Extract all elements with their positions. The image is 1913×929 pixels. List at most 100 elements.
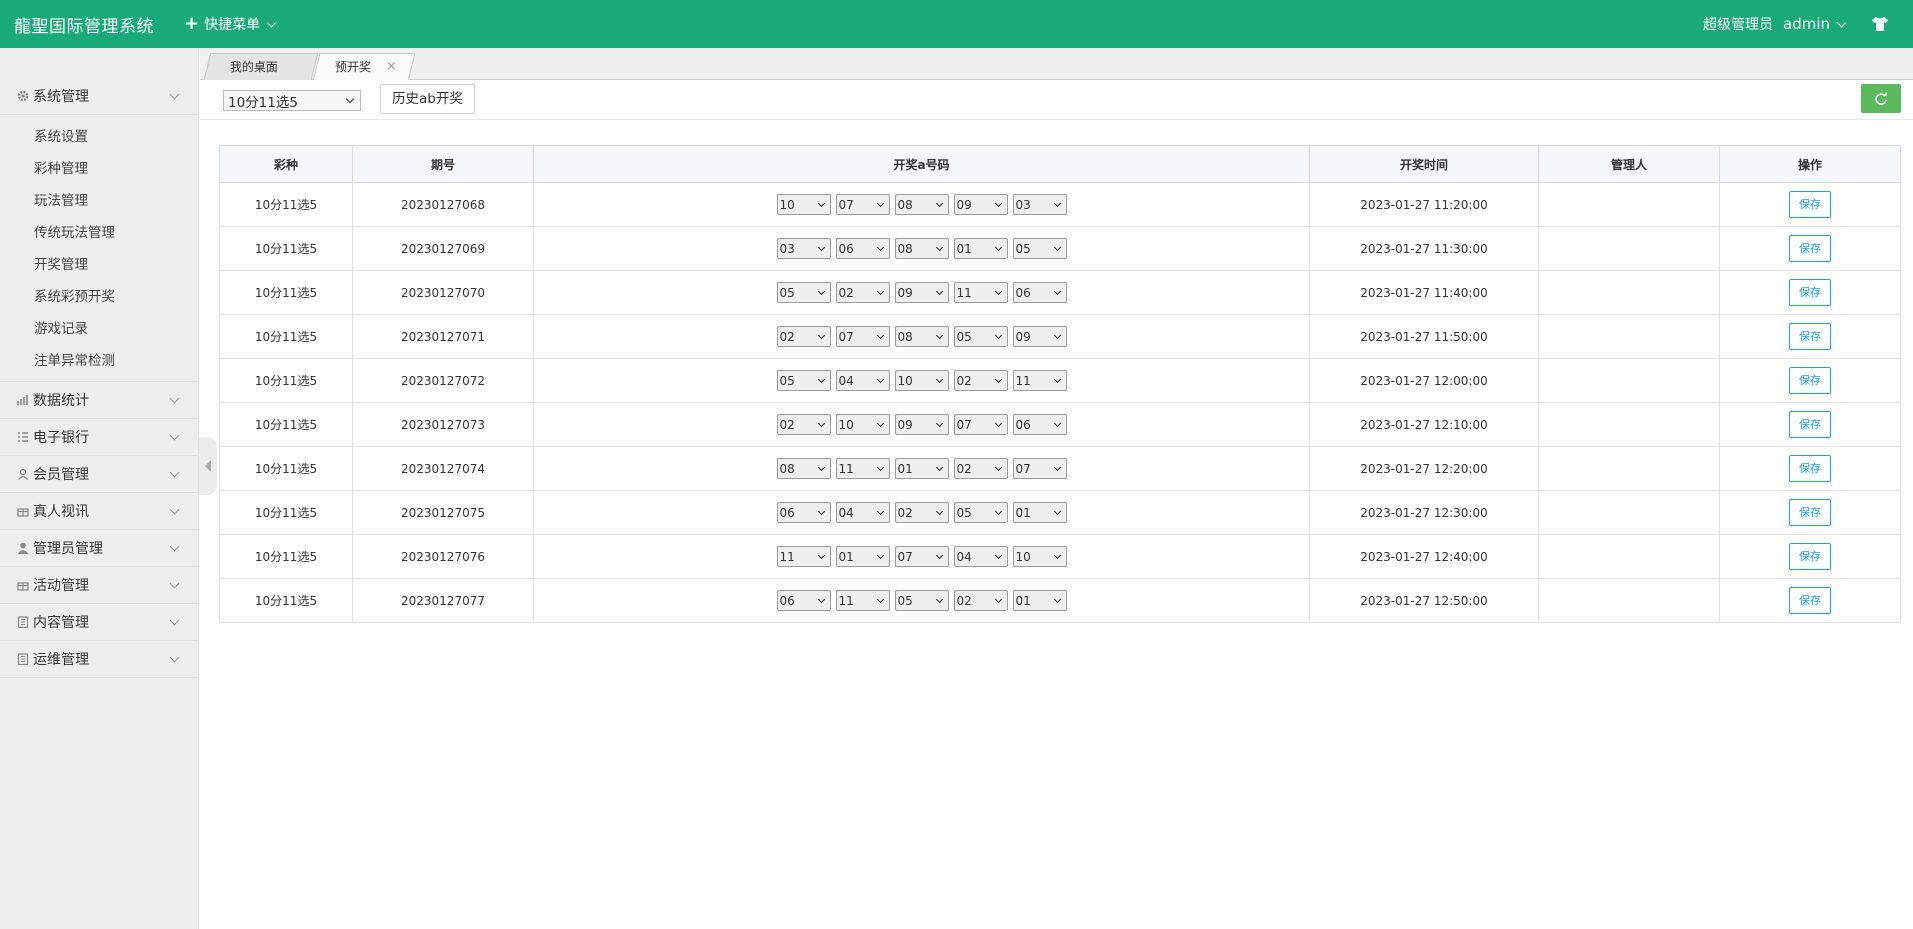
number-select[interactable]: 03 (776, 238, 831, 259)
number-select[interactable]: 10 (1012, 546, 1067, 567)
sidebar-group-2[interactable]: 电子银行 (0, 419, 198, 456)
gift-icon (16, 579, 29, 592)
number-select[interactable]: 08 (894, 238, 949, 259)
sidebar-item[interactable]: 开奖管理 (0, 249, 198, 281)
sidebar-item[interactable]: 玩法管理 (0, 185, 198, 217)
chevron-down-icon (935, 551, 943, 559)
number-select[interactable]: 07 (1012, 458, 1067, 479)
number-select[interactable]: 05 (776, 282, 831, 303)
number-select[interactable]: 01 (894, 458, 949, 479)
number-select[interactable]: 01 (1012, 502, 1067, 523)
save-button[interactable]: 保存 (1789, 367, 1831, 394)
sidebar-collapse-handle[interactable] (199, 437, 217, 495)
number-select[interactable]: 09 (1012, 326, 1067, 347)
sidebar-item[interactable]: 系统设置 (0, 121, 198, 153)
number-select[interactable]: 02 (835, 282, 890, 303)
cell-lottery: 10分11选5 (219, 490, 353, 535)
sidebar-group-0[interactable]: 系统管理 (0, 78, 198, 115)
number-select[interactable]: 11 (776, 546, 831, 567)
history-ab-draw-button[interactable]: 历史ab开奖 (380, 84, 475, 114)
number-select[interactable]: 02 (776, 326, 831, 347)
sidebar-group-7[interactable]: 内容管理 (0, 604, 198, 641)
sidebar-item[interactable]: 游戏记录 (0, 313, 198, 345)
number-select[interactable]: 10 (835, 414, 890, 435)
tab-pre-draw[interactable]: 预开奖 × (312, 53, 416, 81)
refresh-button[interactable] (1861, 84, 1901, 113)
save-button[interactable]: 保存 (1789, 499, 1831, 526)
sidebar-item[interactable]: 系统彩预开奖 (0, 281, 198, 313)
cell-issue: 20230127071 (352, 314, 534, 359)
chevron-down-icon (1053, 463, 1061, 471)
number-select[interactable]: 10 (894, 370, 949, 391)
tab-my-desktop[interactable]: 我的桌面 (203, 53, 319, 80)
sidebar-group-1[interactable]: 数据统计 (0, 382, 198, 419)
number-select[interactable]: 04 (835, 370, 890, 391)
save-button[interactable]: 保存 (1789, 279, 1831, 306)
quick-menu-label: 快捷菜单 (204, 17, 261, 33)
number-select[interactable]: 07 (894, 546, 949, 567)
sidebar-group-8[interactable]: 运维管理 (0, 641, 198, 678)
cell-manager (1538, 534, 1720, 579)
user-menu[interactable]: admin (1783, 15, 1847, 33)
sidebar-group-5[interactable]: 管理员管理 (0, 530, 198, 567)
number-select[interactable]: 11 (835, 458, 890, 479)
number-select[interactable]: 02 (953, 590, 1008, 611)
sidebar-item[interactable]: 注单异常检测 (0, 345, 198, 377)
sidebar-group-4[interactable]: 真人视讯 (0, 493, 198, 530)
number-select[interactable]: 11 (953, 282, 1008, 303)
number-select[interactable]: 02 (894, 502, 949, 523)
number-select[interactable]: 07 (835, 326, 890, 347)
save-button[interactable]: 保存 (1789, 411, 1831, 438)
save-button[interactable]: 保存 (1789, 587, 1831, 614)
number-select[interactable]: 06 (776, 590, 831, 611)
number-select[interactable]: 06 (1012, 282, 1067, 303)
table-row: 10分11选5 20230127070 05 02 09 11 06 2023-01-27 1… (219, 270, 1901, 315)
cell-issue: 20230127075 (352, 490, 534, 535)
number-select[interactable]: 07 (835, 194, 890, 215)
sidebar-group-label: 管理员管理 (33, 541, 103, 557)
number-select[interactable]: 11 (835, 590, 890, 611)
number-select[interactable]: 08 (894, 326, 949, 347)
number-select[interactable]: 02 (953, 370, 1008, 391)
number-selects: 02 10 09 07 06 (534, 414, 1309, 435)
lottery-select[interactable]: 10分11选5 (223, 90, 361, 111)
number-select[interactable]: 09 (894, 414, 949, 435)
sidebar-group-label: 内容管理 (33, 615, 89, 631)
number-select[interactable]: 05 (894, 590, 949, 611)
number-select[interactable]: 01 (835, 546, 890, 567)
save-button[interactable]: 保存 (1789, 455, 1831, 482)
number-select[interactable]: 04 (953, 546, 1008, 567)
number-select[interactable]: 04 (835, 502, 890, 523)
number-select[interactable]: 06 (835, 238, 890, 259)
save-button[interactable]: 保存 (1789, 323, 1831, 350)
number-select[interactable]: 09 (953, 194, 1008, 215)
number-select[interactable]: 06 (776, 502, 831, 523)
quick-menu-button[interactable]: + 快捷菜单 (184, 14, 277, 34)
number-select[interactable]: 08 (776, 458, 831, 479)
number-select[interactable]: 08 (894, 194, 949, 215)
number-select[interactable]: 05 (953, 326, 1008, 347)
close-icon[interactable]: × (368, 54, 397, 80)
number-select[interactable]: 10 (776, 194, 831, 215)
sidebar-item[interactable]: 彩种管理 (0, 153, 198, 185)
number-select[interactable]: 11 (1012, 370, 1067, 391)
number-select[interactable]: 01 (1012, 590, 1067, 611)
number-select[interactable]: 07 (953, 414, 1008, 435)
number-select[interactable]: 06 (1012, 414, 1067, 435)
number-select[interactable]: 05 (953, 502, 1008, 523)
save-button[interactable]: 保存 (1789, 543, 1831, 570)
skin-shirt-icon[interactable] (1871, 16, 1889, 32)
number-select[interactable]: 02 (953, 458, 1008, 479)
sidebar-group-6[interactable]: 活动管理 (0, 567, 198, 604)
number-select[interactable]: 05 (776, 370, 831, 391)
number-select[interactable]: 03 (1012, 194, 1067, 215)
save-button[interactable]: 保存 (1789, 191, 1831, 218)
number-select[interactable]: 05 (1012, 238, 1067, 259)
sidebar-item[interactable]: 传统玩法管理 (0, 217, 198, 249)
number-select[interactable]: 01 (953, 238, 1008, 259)
save-button[interactable]: 保存 (1789, 235, 1831, 262)
number-select[interactable]: 09 (894, 282, 949, 303)
sidebar-group-3[interactable]: 会员管理 (0, 456, 198, 493)
number-select[interactable]: 02 (776, 414, 831, 435)
chevron-down-icon (1053, 551, 1061, 559)
